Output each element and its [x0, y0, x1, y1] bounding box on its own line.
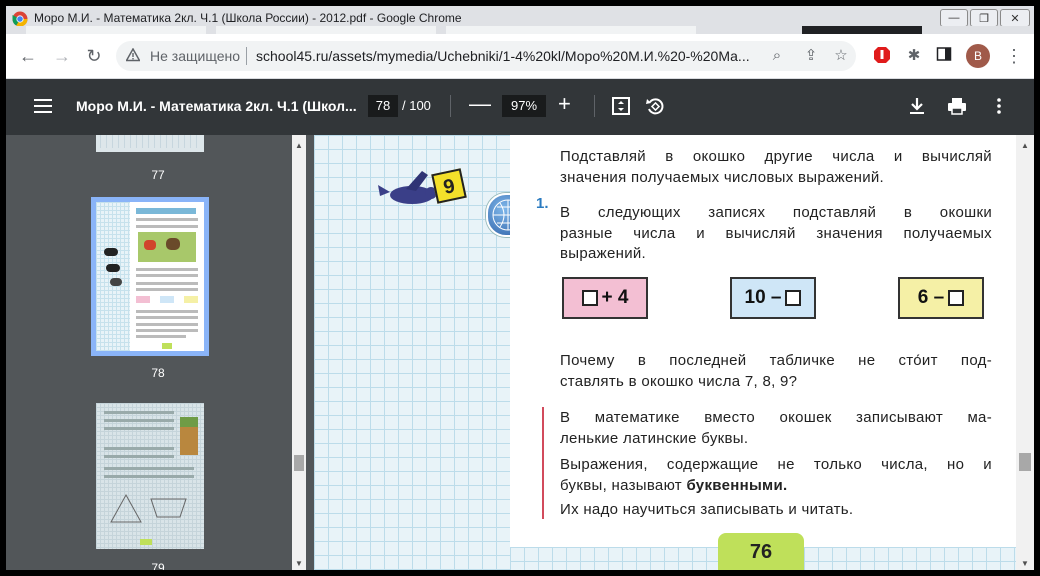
intro-line: значения получаемых числовых выражений.: [560, 169, 885, 186]
toolbar-divider: [450, 95, 451, 117]
question-line: ставлять в окошко числа 7, 8, 9?: [560, 373, 798, 390]
scroll-down-arrow-icon[interactable]: ▼: [295, 559, 303, 568]
chrome-menu-icon[interactable]: ⋮: [1004, 46, 1024, 66]
tab-strip: [6, 26, 1034, 34]
expression-text: 6 –: [917, 287, 945, 308]
rule-marker: [542, 407, 544, 519]
document-title: Моро М.И. - Математика 2кл. Ч.1 (Школ...: [76, 98, 357, 114]
expression-box: + 4: [562, 277, 648, 319]
browser-window: Моро М.И. - Математика 2кл. Ч.1 (Школа Р…: [6, 6, 1034, 570]
zoom-in-button[interactable]: +: [558, 92, 571, 116]
expression-text: + 4: [601, 287, 629, 308]
download-icon[interactable]: [906, 95, 928, 117]
page-number-tab: 76: [718, 533, 804, 570]
intro-line: Подставляй в окошко другие числа и вычис…: [560, 148, 992, 165]
rule-line: Выражения, содержащие не только числа, н…: [560, 456, 992, 473]
side-panel-icon[interactable]: [934, 46, 954, 66]
chrome-logo-icon: [12, 11, 28, 27]
rotate-icon[interactable]: [644, 95, 666, 117]
thumbnail-label: 78: [151, 366, 165, 380]
rule-term: буквенными.: [686, 477, 788, 494]
omnibox[interactable]: Не защищено school45.ru/assets/mymedia/U…: [116, 41, 856, 71]
task-line: выражений.: [560, 245, 647, 262]
rule-line: Их надо научиться записывать и читать.: [560, 501, 854, 518]
tab[interactable]: [216, 26, 436, 34]
thumbnail-label: 79: [151, 561, 165, 570]
zoom-out-button[interactable]: —: [469, 92, 491, 116]
blank-square: [581, 290, 598, 306]
scroll-up-arrow-icon[interactable]: ▲: [295, 141, 303, 150]
page-text-area: Подставляй в окошко другие числа и вычис…: [510, 135, 1018, 547]
search-icon[interactable]: ⌕: [768, 47, 786, 65]
scroll-up-arrow-icon[interactable]: ▲: [1021, 141, 1029, 150]
expression-box: 10 –: [730, 277, 816, 319]
bird-badge: 9: [431, 168, 467, 204]
page-thumbnail-79[interactable]: [96, 403, 204, 549]
pdf-toolbar: Моро М.И. - Математика 2кл. Ч.1 (Школ...…: [6, 79, 1034, 135]
blank-square: [948, 290, 965, 306]
tab[interactable]: [26, 26, 206, 34]
toolbar-divider: [594, 95, 595, 117]
menu-hamburger-icon[interactable]: [34, 99, 52, 113]
task-line: разные числа и вычисляй значения получае…: [560, 225, 992, 242]
share-icon[interactable]: ⇪: [802, 47, 820, 65]
pdf-page: 9 Подставляй в окошко другие числа и выч…: [314, 135, 1018, 570]
restore-button[interactable]: ❐: [970, 9, 998, 27]
scrollbar-thumb[interactable]: [1019, 453, 1031, 471]
print-icon[interactable]: [946, 95, 968, 117]
zoom-level-input[interactable]: 97%: [502, 95, 546, 117]
warning-icon[interactable]: [126, 48, 140, 62]
rule-line: буквы, называют буквенными.: [560, 477, 992, 494]
more-options-icon[interactable]: [988, 95, 1010, 117]
blank-square: [785, 290, 802, 306]
rule-line: В математике вместо окошек записывают ма…: [560, 409, 992, 426]
sidebar-scrollbar[interactable]: ▲ ▼: [292, 135, 306, 570]
expression-box: 6 –: [898, 277, 984, 319]
bookmark-star-icon[interactable]: ☆: [832, 47, 850, 65]
page-thumbnail-77[interactable]: [96, 135, 204, 152]
back-arrow-icon[interactable]: ←: [18, 46, 38, 66]
geometry-figures-icon: [110, 493, 187, 523]
thumbnail-label: 77: [151, 168, 165, 182]
extensions-puzzle-icon[interactable]: ✱: [904, 46, 924, 66]
task-number: 1.: [536, 195, 549, 212]
minimize-button[interactable]: —: [940, 9, 968, 27]
rule-text: буквы, называют: [560, 477, 687, 494]
scrollbar-thumb[interactable]: [294, 455, 304, 471]
page-total: / 100: [402, 98, 431, 113]
thumbnail-sidebar: 77 78 79: [6, 135, 310, 570]
close-button[interactable]: ✕: [1000, 9, 1030, 27]
tab[interactable]: [446, 26, 696, 34]
viewer-scrollbar[interactable]: ▲ ▼: [1016, 135, 1034, 570]
tab[interactable]: [802, 26, 922, 34]
expression-text: 10 –: [744, 287, 782, 308]
page-number-input[interactable]: 78: [368, 95, 398, 117]
adblock-extension-icon[interactable]: [872, 46, 892, 66]
reload-icon[interactable]: ↻: [84, 46, 104, 66]
pdf-viewer[interactable]: 9 Подставляй в окошко другие числа и выч…: [306, 135, 1020, 570]
fit-to-page-icon[interactable]: [610, 95, 632, 117]
task-line: В следующих записях подставляй в окошки: [560, 204, 992, 221]
question-line: Почему в последней табличке не сто́ит по…: [560, 352, 992, 369]
scroll-down-arrow-icon[interactable]: ▼: [1021, 559, 1029, 568]
forward-arrow-icon[interactable]: →: [52, 46, 72, 66]
url-text[interactable]: school45.ru/assets/mymedia/Uchebniki/1-4…: [256, 48, 766, 64]
security-label[interactable]: Не защищено: [150, 48, 240, 64]
rule-line: ленькие латинские буквы.: [560, 430, 749, 447]
page-thumbnail-78[interactable]: [96, 202, 204, 351]
divider: [246, 47, 247, 65]
profile-avatar[interactable]: В: [966, 44, 990, 68]
address-bar-row: ← → ↻ Не защищено school45.ru/assets/mym…: [6, 34, 1034, 79]
window-title: Моро М.И. - Математика 2кл. Ч.1 (Школа Р…: [34, 11, 462, 25]
